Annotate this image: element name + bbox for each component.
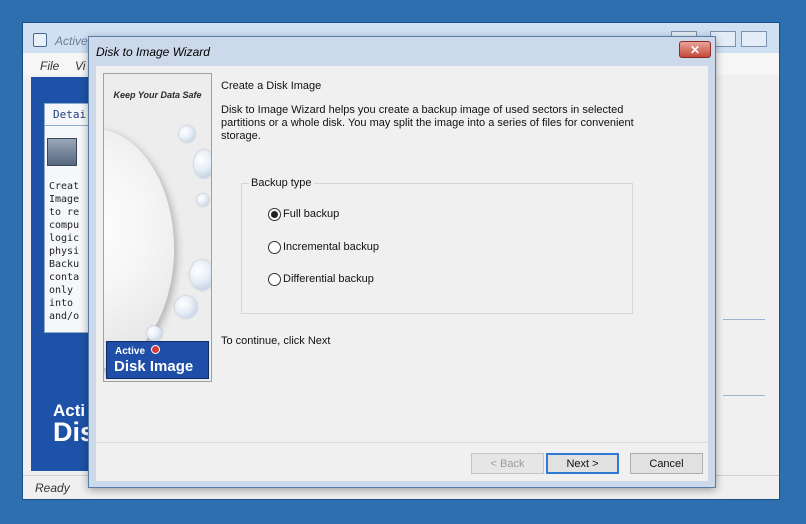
wizard-content: Keep Your Data Safe Active Disk Image Cr…: [96, 66, 708, 481]
side-banner: Keep Your Data Safe Active Disk Image: [103, 73, 212, 382]
disc-graphic: [104, 129, 174, 369]
menu-file[interactable]: File: [40, 59, 59, 73]
radio-incremental-backup[interactable]: Incremental backup: [268, 239, 379, 255]
wizard-titlebar[interactable]: Disk to Image Wizard ✕: [89, 37, 715, 65]
divider: [96, 442, 708, 443]
next-button[interactable]: Next >: [546, 453, 619, 474]
cancel-button[interactable]: Cancel: [630, 453, 703, 474]
left-panel: Detai Creat Image to re compu logic phys…: [31, 77, 104, 471]
wizard-dialog: Disk to Image Wizard ✕ Keep Your Data Sa…: [88, 36, 716, 488]
radio-label: Differential backup: [283, 273, 374, 285]
divider: [723, 319, 765, 320]
back-button[interactable]: < Back: [471, 453, 544, 474]
close-button[interactable]: ✕: [679, 41, 711, 58]
bubble-graphic: [197, 194, 209, 206]
logo-line-1: Active: [115, 346, 146, 357]
logo-line-2: Disk Image: [114, 358, 194, 375]
bubble-graphic: [194, 150, 211, 178]
menu-view[interactable]: Vi: [75, 59, 85, 73]
bubble-graphic: [179, 126, 195, 142]
radio-differential-backup[interactable]: Differential backup: [268, 271, 374, 287]
divider: [723, 395, 765, 396]
radio-label: Incremental backup: [283, 241, 379, 253]
main-window-title: Active: [55, 34, 88, 48]
radio-button[interactable]: [268, 240, 281, 254]
main-close-button[interactable]: [741, 31, 767, 47]
radio-button[interactable]: [268, 272, 281, 286]
page-description: Disk to Image Wizard helps you create a …: [221, 104, 634, 142]
status-text: Ready: [35, 481, 70, 495]
app-icon: [33, 33, 47, 47]
radio-button[interactable]: [268, 207, 281, 221]
disk-drive-icon: [47, 138, 77, 166]
bubble-graphic: [175, 296, 197, 318]
close-icon: ✕: [689, 42, 701, 57]
page-heading: Create a Disk Image: [221, 80, 322, 92]
bubble-graphic: [190, 260, 211, 290]
backup-type-group: Backup type Full backup Incremental back…: [241, 177, 633, 314]
radio-full-backup[interactable]: Full backup: [268, 206, 339, 222]
radio-label: Full backup: [283, 208, 340, 220]
bubble-graphic: [147, 326, 162, 341]
product-logo: Active Disk Image: [106, 341, 209, 379]
wizard-title: Disk to Image Wizard: [96, 45, 210, 59]
group-legend: Backup type: [249, 177, 314, 189]
continue-hint: To continue, click Next: [221, 335, 331, 347]
heart-icon: [151, 345, 160, 354]
banner-tagline: Keep Your Data Safe: [113, 90, 202, 100]
